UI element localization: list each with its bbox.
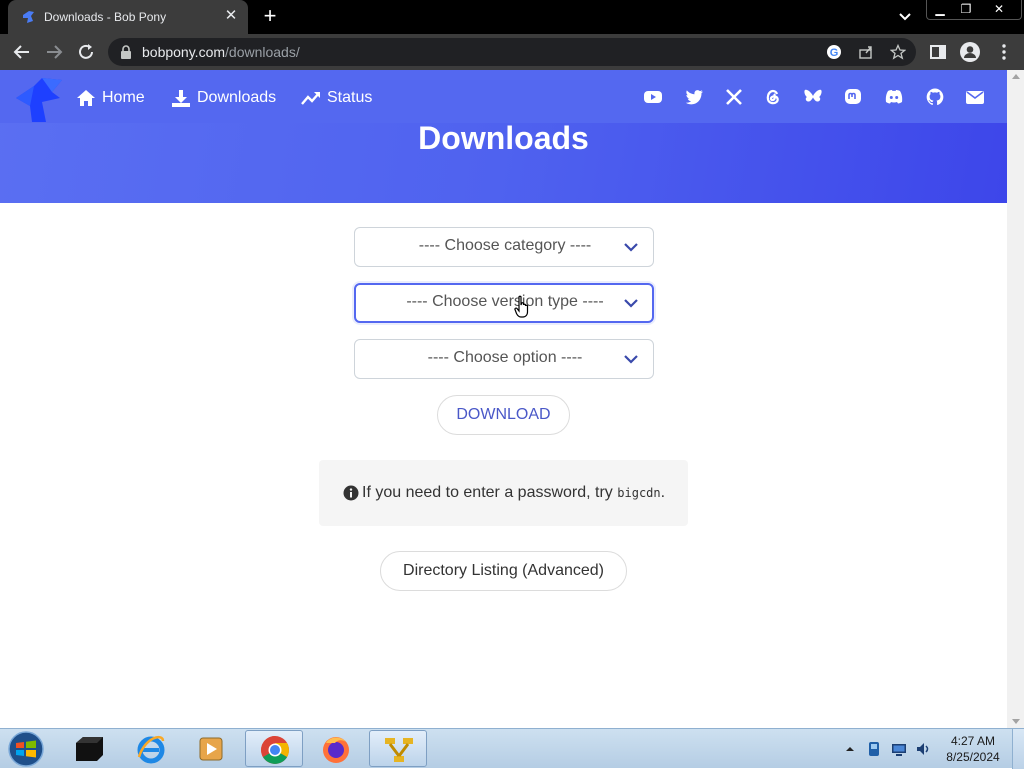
page-scrollbar[interactable] — [1007, 70, 1024, 728]
youtube-icon[interactable] — [643, 87, 663, 107]
close-window-button[interactable]: ✕ — [984, 0, 1014, 20]
nav-status[interactable]: Status — [301, 87, 373, 109]
browser-toolbar: bobpony.com/downloads/ G — [0, 34, 1024, 70]
firefox-icon — [323, 737, 349, 763]
info-icon — [343, 485, 359, 501]
volume-icon[interactable] — [915, 741, 931, 757]
page-title: Downloads — [418, 120, 589, 156]
x-icon[interactable] — [724, 87, 744, 107]
new-tab-button[interactable]: + — [258, 5, 282, 29]
home-icon — [77, 90, 95, 106]
chrome-icon — [261, 736, 289, 764]
reload-icon[interactable] — [74, 40, 98, 64]
profile-avatar-icon[interactable] — [960, 42, 980, 62]
password-note: If you need to enter a password, try big… — [319, 460, 688, 526]
option-select[interactable]: ---- Choose option ---- — [354, 339, 654, 379]
taskbar-firefox[interactable] — [307, 730, 365, 767]
network-app-icon — [385, 738, 413, 762]
share-icon[interactable] — [858, 44, 874, 60]
threads-icon[interactable] — [763, 87, 783, 107]
browser-tab[interactable]: Downloads - Bob Pony ✕ — [8, 0, 248, 34]
favicon-icon — [23, 11, 34, 23]
bluesky-icon[interactable] — [803, 87, 823, 107]
side-panel-icon[interactable] — [928, 42, 948, 62]
nav-home[interactable]: Home — [76, 87, 148, 109]
category-select-value: ---- Choose category ---- — [418, 237, 592, 254]
password-note-text: If you need to enter a password, try big… — [362, 484, 666, 501]
taskbar-network-app[interactable] — [369, 730, 427, 767]
password-code: bigcdn — [617, 486, 661, 500]
category-select[interactable]: ---- Choose category ---- — [354, 227, 654, 267]
forward-arrow-icon[interactable] — [42, 40, 66, 64]
tab-search-icon[interactable] — [895, 8, 915, 26]
restore-button[interactable]: ❐ — [952, 0, 980, 20]
twitter-icon[interactable] — [684, 87, 704, 107]
svg-text:G: G — [830, 47, 839, 59]
site-navbar: Home Downloads Status — [0, 70, 1007, 123]
version-type-select[interactable]: ---- Choose version type ---- — [354, 283, 654, 323]
option-select-value: ---- Choose option ---- — [427, 349, 583, 366]
nav-status-label: Status — [327, 89, 373, 106]
taskbar-internet-explorer[interactable] — [122, 730, 180, 767]
system-clock[interactable]: 4:27 AM 8/25/2024 — [940, 733, 1006, 765]
nav-downloads-label: Downloads — [197, 89, 277, 106]
address-bar[interactable]: bobpony.com/downloads/ G — [108, 38, 916, 66]
download-button[interactable]: DOWNLOAD — [437, 395, 570, 435]
mastodon-icon[interactable] — [843, 87, 863, 107]
command-prompt-icon — [76, 737, 103, 761]
tray-overflow-icon[interactable] — [845, 741, 855, 757]
chevron-down-icon — [624, 243, 638, 252]
scroll-up-icon[interactable] — [1012, 74, 1020, 79]
show-desktop-button[interactable] — [1012, 729, 1024, 769]
close-tab-icon[interactable]: ✕ — [222, 7, 240, 25]
network-status-icon[interactable] — [891, 741, 907, 757]
discord-icon[interactable] — [884, 87, 904, 107]
directory-listing-button[interactable]: Directory Listing (Advanced) — [380, 551, 627, 591]
tab-title: Downloads - Bob Pony — [44, 10, 167, 24]
taskbar: 4:27 AM 8/25/2024 — [0, 728, 1024, 769]
chevron-down-icon — [624, 355, 638, 364]
media-player-icon — [199, 737, 223, 761]
bookmark-star-icon[interactable] — [890, 44, 906, 60]
taskbar-command-prompt[interactable] — [60, 730, 118, 767]
nav-downloads[interactable]: Downloads — [171, 87, 277, 109]
taskbar-media-player[interactable] — [182, 730, 240, 767]
trending-icon — [301, 92, 320, 105]
internet-explorer-icon — [137, 736, 165, 764]
lock-icon[interactable] — [120, 45, 132, 59]
tray-app-icon[interactable] — [866, 741, 882, 757]
site-logo[interactable] — [12, 76, 64, 124]
minimize-button[interactable]: ▁ — [926, 0, 954, 20]
hand-cursor-icon — [514, 295, 529, 318]
taskbar-chrome[interactable] — [245, 730, 303, 767]
kebab-menu-icon[interactable] — [994, 42, 1014, 62]
github-icon[interactable] — [925, 87, 945, 107]
page-viewport: Downloads Home Downloads Status ---- Cho… — [0, 70, 1007, 728]
back-arrow-icon[interactable] — [10, 40, 34, 64]
nav-home-label: Home — [102, 89, 145, 106]
clock-time: 4:27 AM — [950, 734, 996, 748]
mail-icon[interactable] — [965, 87, 985, 107]
scroll-down-icon[interactable] — [1012, 719, 1020, 724]
version-type-select-value: ---- Choose version type ---- — [406, 293, 604, 310]
download-icon — [172, 90, 190, 107]
tab-strip: Downloads - Bob Pony ✕ + ▁ ❐ ✕ — [0, 0, 1024, 34]
google-icon[interactable]: G — [826, 44, 842, 60]
start-button[interactable] — [6, 731, 46, 767]
url-text: bobpony.com/downloads/ — [142, 44, 300, 60]
clock-date: 8/25/2024 — [946, 750, 1000, 764]
chevron-down-icon — [624, 299, 638, 308]
